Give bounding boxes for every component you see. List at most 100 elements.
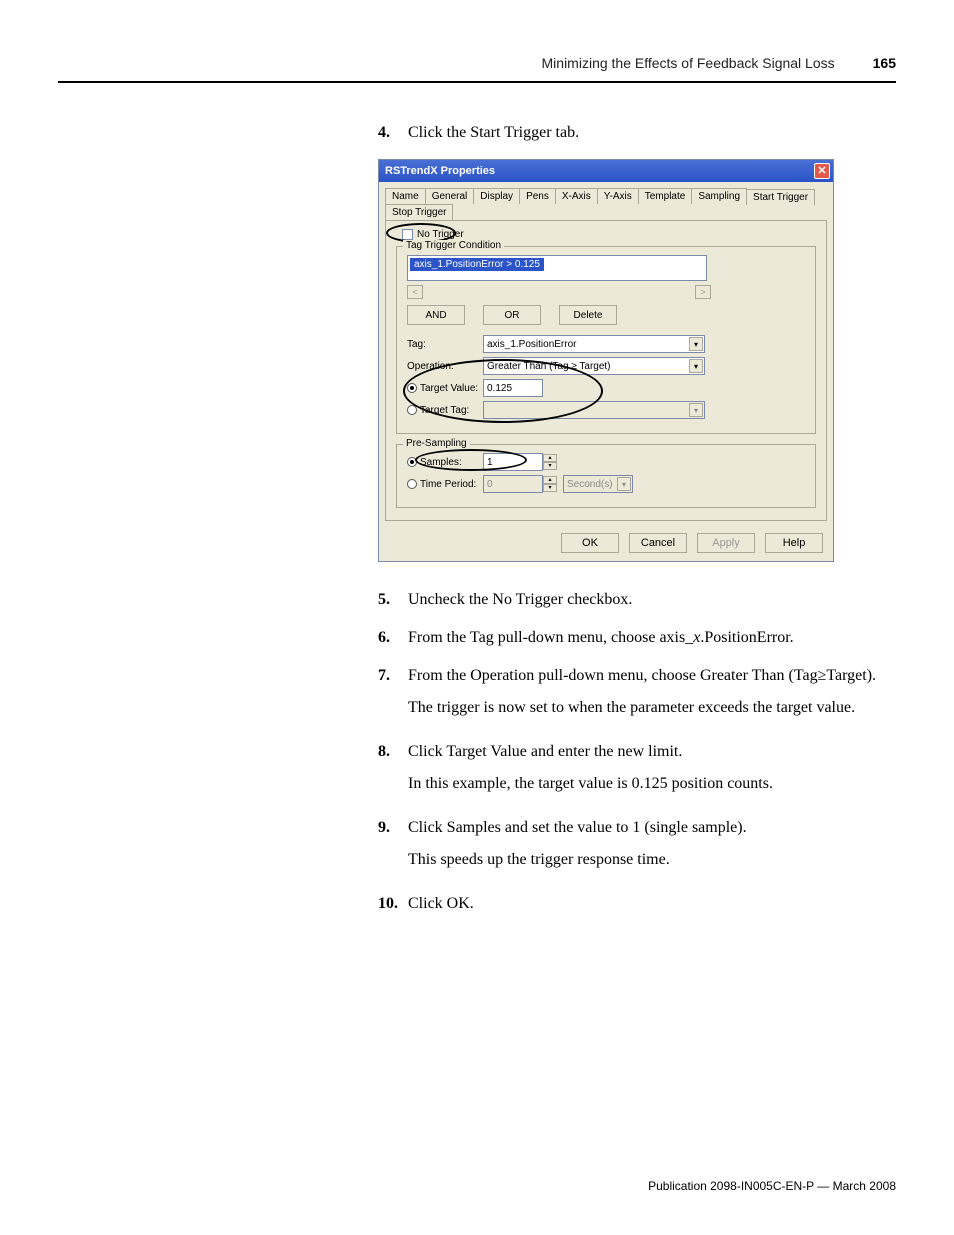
operation-value: Greater Than (Tag ≥ Target) — [487, 361, 611, 372]
target-tag-label: Target Tag: — [407, 405, 483, 416]
operation-dropdown[interactable]: Greater Than (Tag ≥ Target) ▾ — [483, 357, 705, 375]
no-trigger-checkbox[interactable] — [402, 229, 413, 240]
tab-template[interactable]: Template — [638, 188, 693, 204]
close-icon[interactable]: ✕ — [814, 163, 830, 179]
dialog-titlebar: RSTrendX Properties ✕ — [379, 160, 833, 182]
delete-button[interactable]: Delete — [559, 305, 617, 325]
step-4: 4. Click the Start Trigger tab. — [378, 121, 898, 145]
header-page-number: 165 — [873, 55, 896, 71]
time-period-spinner: ▴ ▾ — [543, 476, 557, 492]
step-7-number: 7. — [378, 664, 408, 726]
target-value-radio[interactable] — [407, 383, 417, 393]
chevron-down-icon: ▾ — [689, 359, 703, 373]
dialog-rstrendx-properties: RSTrendX Properties ✕ Name General Displ… — [378, 159, 834, 562]
step-8: 8. Click Target Value and enter the new … — [378, 740, 898, 802]
cancel-button[interactable]: Cancel — [629, 533, 687, 553]
help-button[interactable]: Help — [765, 533, 823, 553]
step-9-number: 9. — [378, 816, 408, 878]
time-period-input: 0 — [483, 475, 543, 493]
and-button[interactable]: AND — [407, 305, 465, 325]
target-tag-dropdown: ▾ — [483, 401, 705, 419]
time-period-unit-dropdown: Second(s) ▾ — [563, 475, 633, 493]
time-period-unit: Second(s) — [567, 479, 613, 490]
tab-general[interactable]: General — [425, 188, 475, 204]
step-9-follow: This speeds up the trigger response time… — [408, 848, 898, 872]
logic-button-row: AND OR Delete — [407, 305, 805, 325]
spinner-up-icon[interactable]: ▴ — [543, 454, 557, 462]
tab-yaxis[interactable]: Y-Axis — [597, 188, 639, 204]
step-10-text: Click OK. — [408, 892, 898, 916]
step-8-follow: In this example, the target value is 0.1… — [408, 772, 898, 796]
pre-sampling-group: Pre-Sampling Samples: 1 ▴ ▾ — [396, 444, 816, 508]
step-8-number: 8. — [378, 740, 408, 802]
tag-trigger-condition-group: Tag Trigger Condition axis_1.PositionErr… — [396, 246, 816, 434]
tab-panel-start-trigger: No Trigger Tag Trigger Condition axis_1.… — [385, 220, 827, 521]
header-rule — [58, 81, 896, 83]
chevron-down-icon: ▾ — [689, 403, 703, 417]
condition-listbox[interactable]: axis_1.PositionError > 0.125 — [407, 255, 707, 281]
row-tag: Tag: axis_1.PositionError ▾ — [407, 335, 805, 353]
ps-legend: Pre-Sampling — [403, 438, 470, 449]
dialog-title: RSTrendX Properties — [385, 165, 495, 177]
row-target-value: Target Value: 0.125 — [407, 379, 805, 397]
time-period-label: Time Period: — [407, 479, 483, 490]
spinner-down-icon: ▾ — [543, 484, 557, 492]
dialog-button-row: OK Cancel Apply Help — [379, 527, 833, 561]
samples-label: Samples: — [407, 457, 483, 468]
step-5-text: Uncheck the No Trigger checkbox. — [408, 588, 898, 612]
row-time-period: Time Period: 0 ▴ ▾ Second(s) ▾ — [407, 475, 805, 493]
samples-radio[interactable] — [407, 457, 417, 467]
step-9: 9. Click Samples and set the value to 1 … — [378, 816, 898, 878]
step-4-text: Click the Start Trigger tab. — [408, 121, 898, 145]
tab-pens[interactable]: Pens — [519, 188, 556, 204]
dialog-tabs: Name General Display Pens X-Axis Y-Axis … — [379, 182, 833, 220]
tab-display[interactable]: Display — [473, 188, 520, 204]
tag-value: axis_1.PositionError — [487, 339, 576, 350]
step-4-number: 4. — [378, 121, 408, 145]
condition-scrollbar: < > — [407, 285, 805, 299]
step-6-number: 6. — [378, 626, 408, 650]
header-section-title: Minimizing the Effects of Feedback Signa… — [542, 55, 835, 71]
step-5: 5. Uncheck the No Trigger checkbox. — [378, 588, 898, 612]
step-7-text: From the Operation pull-down menu, choos… — [408, 664, 898, 726]
ok-button[interactable]: OK — [561, 533, 619, 553]
scroll-right-icon[interactable]: > — [695, 285, 711, 299]
no-trigger-row: No Trigger — [402, 229, 816, 240]
no-trigger-label: No Trigger — [417, 229, 464, 240]
step-9-text: Click Samples and set the value to 1 (si… — [408, 816, 898, 878]
row-operation: Operation: Greater Than (Tag ≥ Target) ▾ — [407, 357, 805, 375]
step-5-number: 5. — [378, 588, 408, 612]
spinner-up-icon: ▴ — [543, 476, 557, 484]
target-tag-radio[interactable] — [407, 405, 417, 415]
scroll-left-icon[interactable]: < — [407, 285, 423, 299]
samples-input[interactable]: 1 — [483, 453, 543, 471]
chevron-down-icon: ▾ — [617, 477, 631, 491]
chevron-down-icon: ▾ — [689, 337, 703, 351]
step-10: 10. Click OK. — [378, 892, 898, 916]
tag-label: Tag: — [407, 339, 483, 350]
tab-sampling[interactable]: Sampling — [691, 188, 747, 204]
time-period-radio[interactable] — [407, 479, 417, 489]
ttc-legend: Tag Trigger Condition — [403, 240, 504, 251]
samples-spinner[interactable]: ▴ ▾ — [543, 454, 557, 470]
step-6: 6. From the Tag pull-down menu, choose a… — [378, 626, 898, 650]
page-header: Minimizing the Effects of Feedback Signa… — [58, 55, 896, 71]
step-7: 7. From the Operation pull-down menu, ch… — [378, 664, 898, 726]
row-samples: Samples: 1 ▴ ▾ — [407, 453, 805, 471]
step-8-text: Click Target Value and enter the new lim… — [408, 740, 898, 802]
tab-stop-trigger[interactable]: Stop Trigger — [385, 204, 453, 220]
page: Minimizing the Effects of Feedback Signa… — [0, 0, 954, 1235]
or-button[interactable]: OR — [483, 305, 541, 325]
page-footer: Publication 2098-IN005C-EN-P — March 200… — [648, 1179, 896, 1193]
tag-dropdown[interactable]: axis_1.PositionError ▾ — [483, 335, 705, 353]
content-column: 4. Click the Start Trigger tab. RSTrendX… — [378, 121, 898, 916]
target-value-input[interactable]: 0.125 — [483, 379, 543, 397]
tab-xaxis[interactable]: X-Axis — [555, 188, 598, 204]
target-value-label: Target Value: — [407, 383, 483, 394]
step-7-follow: The trigger is now set to when the param… — [408, 696, 898, 720]
condition-line: axis_1.PositionError > 0.125 — [410, 258, 544, 271]
tab-name[interactable]: Name — [385, 188, 426, 204]
tab-start-trigger[interactable]: Start Trigger — [746, 189, 815, 205]
spinner-down-icon[interactable]: ▾ — [543, 462, 557, 470]
step-10-number: 10. — [378, 892, 408, 916]
